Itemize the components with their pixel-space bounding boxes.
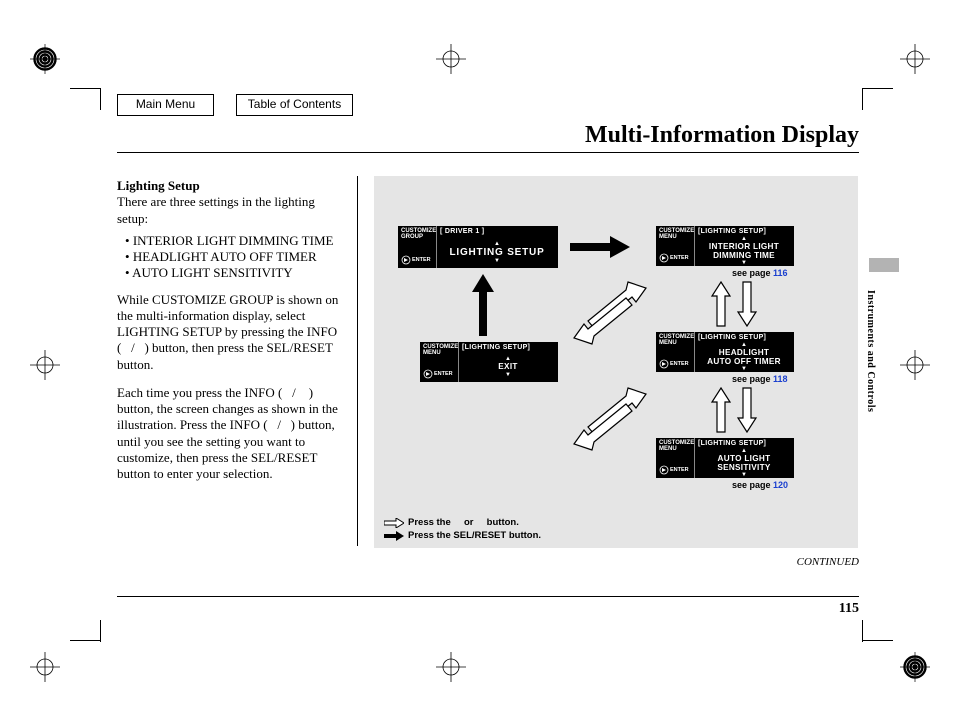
arrow-right-solid-icon (570, 236, 630, 258)
page: Main Menu Table of Contents Multi-Inform… (0, 0, 954, 710)
paragraph: Each time you press the INFO ( / ) butto… (117, 385, 349, 483)
crop-mark (70, 88, 100, 89)
page-number: 115 (117, 596, 859, 617)
table-of-contents-button[interactable]: Table of Contents (236, 94, 353, 116)
section-label: Instruments and Controls (862, 290, 876, 412)
body-text: Lighting Setup There are three settings … (117, 178, 349, 482)
registration-mark-icon (900, 652, 930, 682)
list-item: HEADLIGHT AUTO OFF TIMER (125, 249, 349, 265)
crop-mark (70, 640, 100, 641)
screen-headlight-timer: CUSTOMIZEMENU ENTER [LIGHTING SETUP] ▲ H… (656, 332, 794, 372)
arrow-up-outline-icon (710, 386, 732, 434)
registration-cross-icon (436, 652, 466, 682)
settings-list: INTERIOR LIGHT DIMMING TIME HEADLIGHT AU… (117, 233, 349, 282)
crop-mark (862, 620, 863, 642)
arrow-diagonal-outline-icon (570, 384, 650, 454)
main-menu-button[interactable]: Main Menu (117, 94, 214, 116)
enter-icon (423, 369, 433, 379)
legend-text: Press the or button. (408, 517, 519, 529)
screen-exit: CUSTOMIZEMENU ENTER [LIGHTING SETUP] ▲ E… (420, 342, 558, 382)
column-rule (357, 176, 358, 546)
see-page-link[interactable]: see page 116 (732, 268, 788, 278)
enter-icon (659, 253, 669, 263)
paragraph: While CUSTOMIZE GROUP is shown on the mu… (117, 292, 349, 373)
arrow-down-outline-icon (736, 280, 758, 328)
crop-mark (100, 88, 101, 110)
screen-interior-light: CUSTOMIZEMENU ENTER [LIGHTING SETUP] ▲ I… (656, 226, 794, 266)
crop-mark (863, 640, 893, 641)
enter-icon (659, 359, 669, 369)
registration-cross-icon (900, 350, 930, 380)
crop-mark (863, 88, 893, 89)
flow-diagram: CUSTOMIZEGROUP ENTER [ DRIVER 1 ] ▲ LIGH… (374, 176, 858, 548)
thumb-tab (869, 258, 899, 272)
registration-cross-icon (436, 44, 466, 74)
arrow-diagonal-outline-icon (570, 278, 650, 348)
page-title: Multi-Information Display (585, 122, 859, 149)
enter-icon (659, 465, 669, 475)
screen-auto-light: CUSTOMIZEMENU ENTER [LIGHTING SETUP] ▲ A… (656, 438, 794, 478)
legend: Press the or button. Press the SEL/RESET… (384, 517, 541, 542)
crop-mark (100, 620, 101, 642)
registration-mark-icon (30, 44, 60, 74)
arrow-up-solid-icon (472, 274, 494, 336)
list-item: INTERIOR LIGHT DIMMING TIME (125, 233, 349, 249)
arrow-right-outline-icon (384, 518, 404, 528)
registration-cross-icon (30, 350, 60, 380)
subhead: Lighting Setup (117, 178, 200, 193)
title-rule (117, 152, 859, 153)
screen-customize-group: CUSTOMIZEGROUP ENTER [ DRIVER 1 ] ▲ LIGH… (398, 226, 558, 268)
see-page-link[interactable]: see page 118 (732, 374, 788, 384)
see-page-link[interactable]: see page 120 (732, 480, 788, 490)
intro-text: There are three settings in the lighting… (117, 194, 315, 225)
list-item: AUTO LIGHT SENSITIVITY (125, 265, 349, 281)
arrow-down-outline-icon (736, 386, 758, 434)
legend-text: Press the SEL/RESET button. (408, 530, 541, 542)
enter-icon (401, 255, 411, 265)
crop-mark (862, 88, 863, 110)
arrow-up-outline-icon (710, 280, 732, 328)
continued-label: CONTINUED (797, 556, 859, 568)
arrow-right-solid-icon (384, 531, 404, 541)
registration-cross-icon (900, 44, 930, 74)
registration-cross-icon (30, 652, 60, 682)
